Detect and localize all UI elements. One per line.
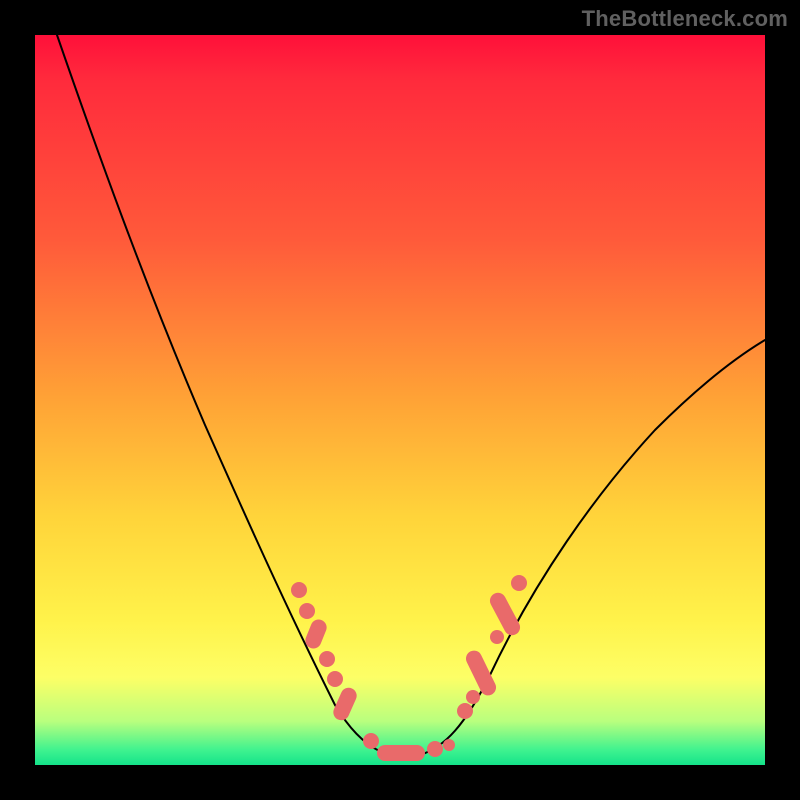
marker-point bbox=[443, 739, 455, 751]
plot-area bbox=[35, 35, 765, 765]
marker-point bbox=[457, 703, 473, 719]
watermark-text: TheBottleneck.com bbox=[582, 6, 788, 32]
curve-svg bbox=[35, 35, 765, 765]
bottleneck-curve bbox=[57, 35, 765, 757]
marker-point bbox=[511, 575, 527, 591]
marker-point bbox=[327, 671, 343, 687]
chart-frame: TheBottleneck.com bbox=[0, 0, 800, 800]
marker-pill bbox=[487, 590, 523, 638]
marker-point bbox=[427, 741, 443, 757]
marker-point bbox=[490, 630, 504, 644]
marker-point bbox=[291, 582, 307, 598]
marker-point bbox=[466, 690, 480, 704]
marker-point bbox=[299, 603, 315, 619]
marker-point bbox=[319, 651, 335, 667]
marker-pill bbox=[463, 648, 498, 698]
marker-point bbox=[363, 733, 379, 749]
marker-pill bbox=[377, 745, 425, 761]
